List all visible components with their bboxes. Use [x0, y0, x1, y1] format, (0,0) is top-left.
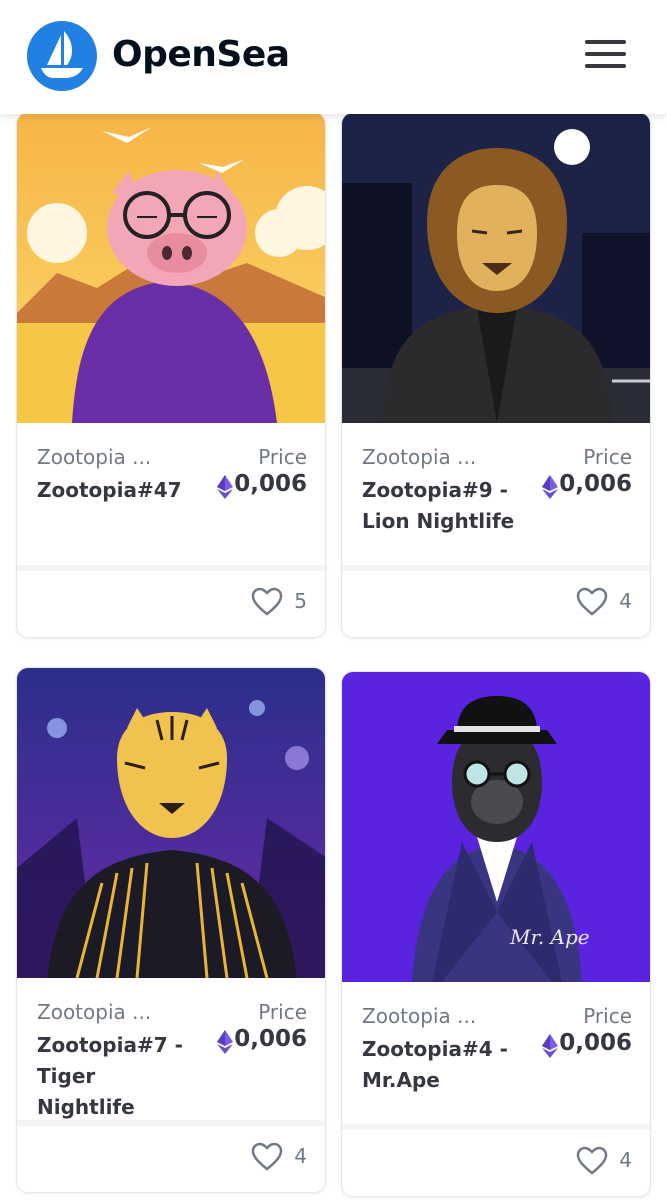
- heart-icon[interactable]: [251, 587, 283, 617]
- price-label: Price: [258, 445, 307, 469]
- ethereum-icon: [542, 1034, 558, 1058]
- svg-text:Mr. Ape: Mr. Ape: [509, 925, 590, 949]
- nft-card[interactable]: Mr. Ape Zootopia ... Zootopia#4 - Mr.Ape…: [341, 671, 651, 1197]
- like-count: 4: [619, 1148, 632, 1172]
- collection-name[interactable]: Zootopia ...: [362, 1004, 476, 1028]
- nft-image-ape[interactable]: Mr. Ape: [342, 672, 650, 982]
- hamburger-menu-icon[interactable]: [580, 36, 630, 76]
- nft-image-pig[interactable]: [17, 113, 325, 423]
- heart-icon[interactable]: [576, 1146, 608, 1176]
- card-footer: 4: [342, 1124, 650, 1196]
- nft-card[interactable]: Zootopia ... Zootopia#7 - Tiger Nightlif…: [16, 667, 326, 1193]
- nft-card[interactable]: Zootopia ... Zootopia#9 - Lion Nightlife…: [341, 112, 651, 638]
- collection-name[interactable]: Zootopia ...: [37, 1000, 151, 1024]
- price-value: 0,006: [234, 1026, 307, 1052]
- collection-name[interactable]: Zootopia ...: [37, 445, 151, 469]
- like-count: 4: [294, 1144, 307, 1168]
- nft-name[interactable]: Zootopia#4 - Mr.Ape: [362, 1034, 522, 1096]
- nft-image-tiger[interactable]: [17, 668, 325, 978]
- like-count: 4: [619, 589, 632, 613]
- card-footer: 5: [17, 565, 325, 637]
- collection-name[interactable]: Zootopia ...: [362, 445, 476, 469]
- price-value: 0,006: [559, 1030, 632, 1056]
- ethereum-icon: [217, 1030, 233, 1054]
- price-label: Price: [258, 1000, 307, 1024]
- app-header: OpenSea: [0, 0, 667, 114]
- nft-name[interactable]: Zootopia#7 - Tiger Nightlife: [37, 1030, 197, 1123]
- ethereum-icon: [542, 475, 558, 499]
- ethereum-icon: [217, 475, 233, 499]
- nft-card[interactable]: Zootopia ... Zootopia#47 Price 0,006 5: [16, 112, 326, 638]
- card-footer: 4: [342, 565, 650, 637]
- price-value: 0,006: [234, 471, 307, 497]
- nft-image-lion[interactable]: [342, 113, 650, 423]
- heart-icon[interactable]: [576, 587, 608, 617]
- price-label: Price: [583, 445, 632, 469]
- card-footer: 4: [17, 1120, 325, 1192]
- price-label: Price: [583, 1004, 632, 1028]
- nft-name[interactable]: Zootopia#9 - Lion Nightlife: [362, 475, 522, 537]
- opensea-logo-icon[interactable]: [27, 21, 97, 91]
- brand-name[interactable]: OpenSea: [112, 32, 290, 78]
- heart-icon[interactable]: [251, 1142, 283, 1172]
- nft-name[interactable]: Zootopia#47: [37, 475, 197, 506]
- like-count: 5: [294, 589, 307, 613]
- price-value: 0,006: [559, 471, 632, 497]
